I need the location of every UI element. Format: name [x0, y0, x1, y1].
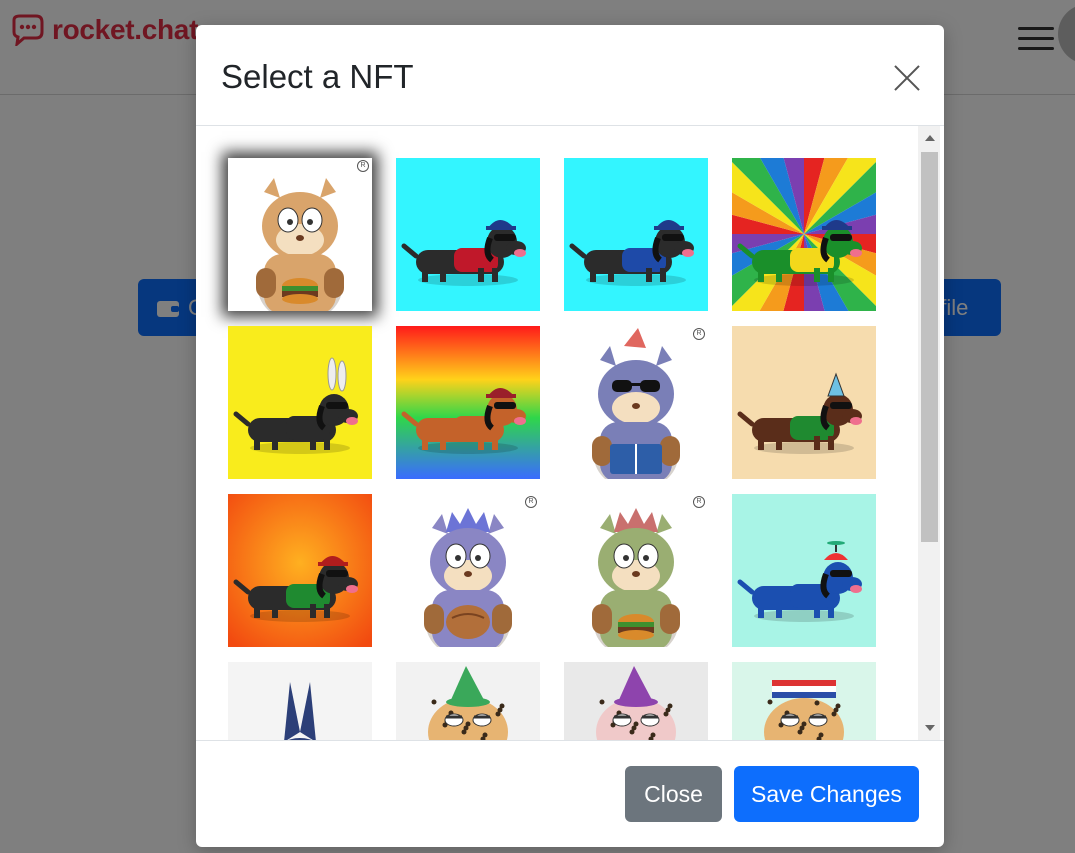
nft-image — [564, 662, 708, 740]
nft-tile[interactable] — [564, 158, 708, 311]
scroll-down-arrow-icon[interactable] — [925, 725, 935, 731]
nft-tile[interactable] — [564, 662, 708, 740]
nft-image — [564, 494, 708, 647]
modal-footer: Close Save Changes — [196, 740, 944, 847]
nft-image — [564, 326, 708, 479]
close-button[interactable]: Close — [625, 766, 722, 822]
nft-image — [732, 158, 876, 311]
nft-image — [228, 494, 372, 647]
nft-tile[interactable]: R — [228, 158, 372, 311]
nft-image — [396, 494, 540, 647]
nft-tile[interactable]: R — [564, 494, 708, 647]
nft-tile[interactable] — [396, 158, 540, 311]
nft-image — [732, 326, 876, 479]
save-changes-button[interactable]: Save Changes — [734, 766, 919, 822]
nft-tile[interactable] — [732, 494, 876, 647]
nft-tile[interactable] — [732, 158, 876, 311]
nft-tile[interactable] — [228, 662, 372, 740]
scrollbar-thumb[interactable] — [921, 152, 938, 542]
scroll-up-arrow-icon[interactable] — [925, 135, 935, 141]
close-icon[interactable] — [890, 61, 924, 95]
nft-tile[interactable]: R — [396, 494, 540, 647]
nft-image — [732, 494, 876, 647]
select-nft-modal: Select a NFT R R R R Close Save Changes — [196, 25, 944, 847]
nft-grid-container: R R R R — [196, 126, 944, 740]
nft-image — [396, 158, 540, 311]
nft-image — [228, 326, 372, 479]
nft-image — [396, 326, 540, 479]
nft-tile[interactable] — [396, 326, 540, 479]
nft-tile[interactable] — [732, 326, 876, 479]
nft-image — [564, 158, 708, 311]
nft-tile[interactable] — [732, 662, 876, 740]
nft-image — [228, 662, 372, 740]
registered-mark-icon: R — [357, 160, 369, 172]
nft-tile[interactable] — [228, 326, 372, 479]
nft-image — [396, 662, 540, 740]
modal-header: Select a NFT — [196, 25, 944, 126]
nft-tile[interactable] — [396, 662, 540, 740]
registered-mark-icon: R — [693, 496, 705, 508]
scrollbar[interactable] — [918, 126, 940, 740]
nft-image — [228, 158, 372, 311]
nft-image — [732, 662, 876, 740]
nft-tile[interactable]: R — [564, 326, 708, 479]
registered-mark-icon: R — [693, 328, 705, 340]
modal-title: Select a NFT — [221, 58, 414, 95]
registered-mark-icon: R — [525, 496, 537, 508]
nft-tile[interactable] — [228, 494, 372, 647]
